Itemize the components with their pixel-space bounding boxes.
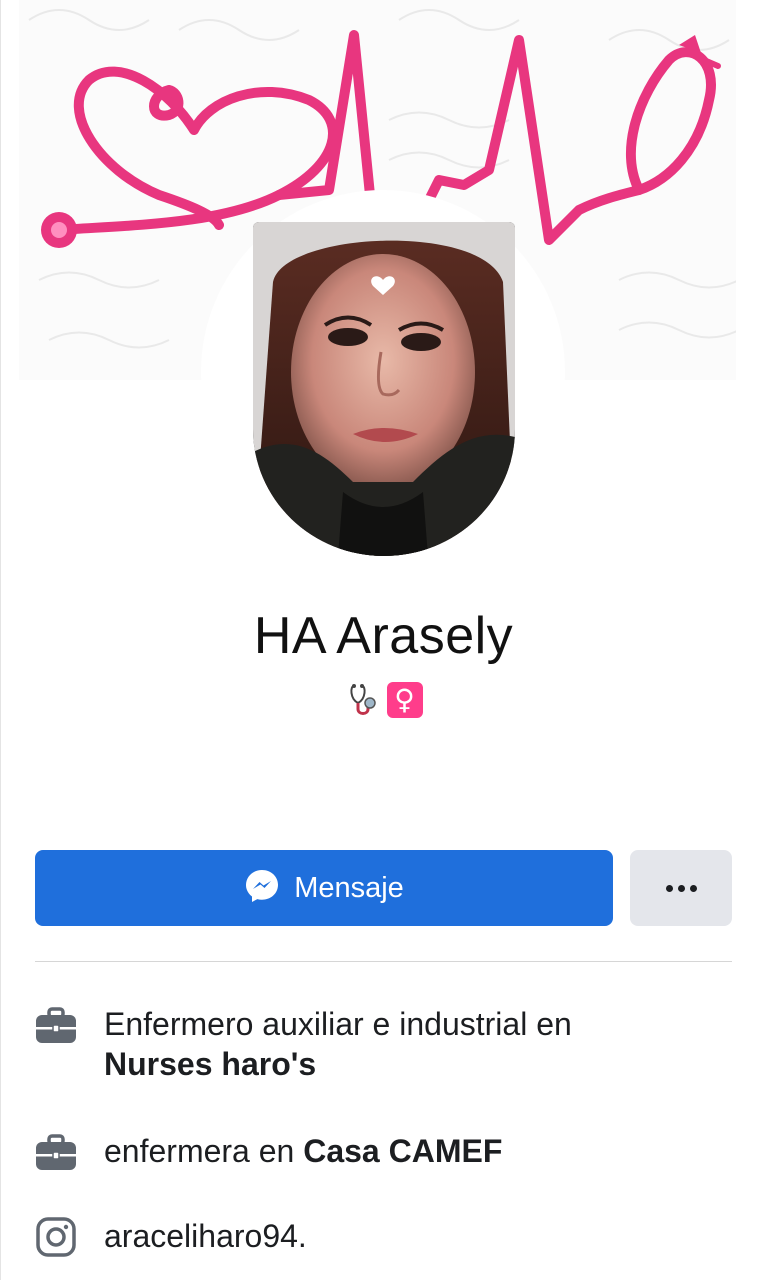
message-button-label: Mensaje [294,871,404,904]
more-icon-dot [677,884,685,892]
instagram-icon [35,1216,77,1258]
profile-bio: ♀ [1,682,765,718]
work-title: Enfermero auxiliar e industrial en [104,1006,572,1042]
divider [35,961,732,962]
profile-name: HA Arasely [253,607,514,665]
message-button[interactable]: Mensaje [35,850,613,926]
briefcase-icon [35,1131,77,1173]
more-options-button[interactable] [630,850,732,926]
more-icon [665,884,673,892]
stethoscope-icon [345,682,381,718]
work-place[interactable]: Nurses haro's [104,1046,316,1082]
work-info-text: Enfermero auxiliar e industrial en Nurse… [104,1004,572,1084]
avatar[interactable] [253,222,515,556]
instagram-handle[interactable]: araceliharo94. [104,1216,307,1256]
work-info-row[interactable]: Enfermero auxiliar e industrial en Nurse… [35,1004,735,1084]
work-info-text: enfermera en Casa CAMEF [104,1131,502,1171]
work-place[interactable]: Casa CAMEF [303,1133,502,1169]
messenger-icon [244,868,280,909]
work-title: enfermera en [104,1133,295,1169]
female-sign-icon: ♀ [386,682,423,718]
briefcase-icon [35,1004,77,1046]
more-icon-dot [689,884,697,892]
instagram-info-row[interactable]: araceliharo94. [35,1216,735,1258]
work-info-row[interactable]: enfermera en Casa CAMEF [35,1131,735,1173]
profile-page: HA Arasely ♀ Mensaje Enfermero auxiliar … [0,0,765,1280]
